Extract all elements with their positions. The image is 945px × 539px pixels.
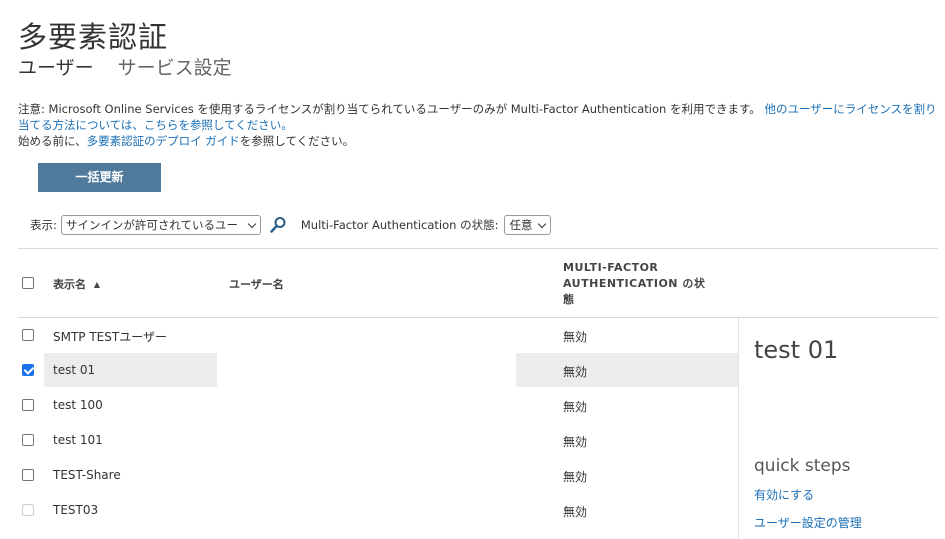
row-checkbox[interactable]: [22, 399, 34, 411]
search-icon[interactable]: [269, 216, 287, 234]
display-name-cell[interactable]: SMTP TESTユーザー: [53, 328, 167, 345]
row-checkbox[interactable]: [22, 329, 34, 341]
tab-bar: ユーザー サービス設定: [18, 53, 232, 80]
row-checkbox[interactable]: [22, 469, 34, 481]
display-name-cell[interactable]: TEST-Share: [53, 468, 121, 482]
row-checkbox[interactable]: [22, 434, 34, 446]
row-checkbox: [22, 504, 34, 516]
mfa-status-cell: 無効: [563, 400, 588, 414]
view-label: 表示:: [30, 218, 57, 232]
display-name-cell[interactable]: test 01: [53, 363, 95, 377]
view-select[interactable]: サインインが許可されているユー: [60, 215, 261, 235]
manage-user-settings-link[interactable]: ユーザー設定の管理: [754, 514, 862, 531]
mfa-status-cell: 無効: [563, 435, 588, 449]
display-name-cell[interactable]: TEST03: [53, 503, 98, 517]
display-name-cell[interactable]: test 101: [53, 433, 103, 447]
mfa-state-select[interactable]: 任意: [504, 215, 552, 235]
row-checkbox[interactable]: [22, 364, 34, 376]
mfa-status-cell: 無効: [563, 470, 588, 484]
quick-steps-title: quick steps: [754, 456, 851, 476]
divider: [18, 248, 938, 249]
column-header-mfa-status[interactable]: MULTI-FACTOR AUTHENTICATION の状 態: [563, 260, 705, 308]
mfa-status-cell: 無効: [563, 505, 588, 519]
mfa-status-cell: 無効: [563, 365, 588, 379]
tab-users[interactable]: ユーザー: [18, 53, 94, 80]
notice-suffix: を参照してください。: [239, 134, 355, 148]
enable-link[interactable]: 有効にする: [754, 486, 814, 503]
bulk-update-button[interactable]: 一括更新: [38, 163, 161, 192]
column-header-user-name[interactable]: ユーザー名: [229, 276, 284, 292]
license-notice: 注意: Microsoft Online Services を使用するライセンス…: [18, 101, 938, 149]
filter-bar: 表示: サインインが許可されているユー Multi-Factor Authent…: [30, 215, 552, 235]
notice-text: 注意: Microsoft Online Services を使用するライセンス…: [18, 102, 761, 116]
deploy-guide-link[interactable]: 多要素認証のデプロイ ガイド: [87, 134, 240, 148]
selected-row-highlight: [516, 353, 738, 387]
tab-service-settings[interactable]: サービス設定: [118, 53, 232, 80]
select-all-checkbox[interactable]: [22, 277, 34, 289]
mfa-state-label: Multi-Factor Authentication の状態:: [300, 218, 499, 232]
column-header-display-name[interactable]: 表示名 ▲: [53, 276, 100, 292]
sort-ascending-icon: ▲: [93, 280, 100, 289]
mfa-status-cell: 無効: [563, 330, 588, 344]
page-title: 多要素認証: [18, 20, 169, 54]
display-name-cell[interactable]: test 100: [53, 398, 103, 412]
notice-prefix: 始める前に、: [18, 134, 87, 148]
selected-user-title: test 01: [754, 336, 839, 364]
